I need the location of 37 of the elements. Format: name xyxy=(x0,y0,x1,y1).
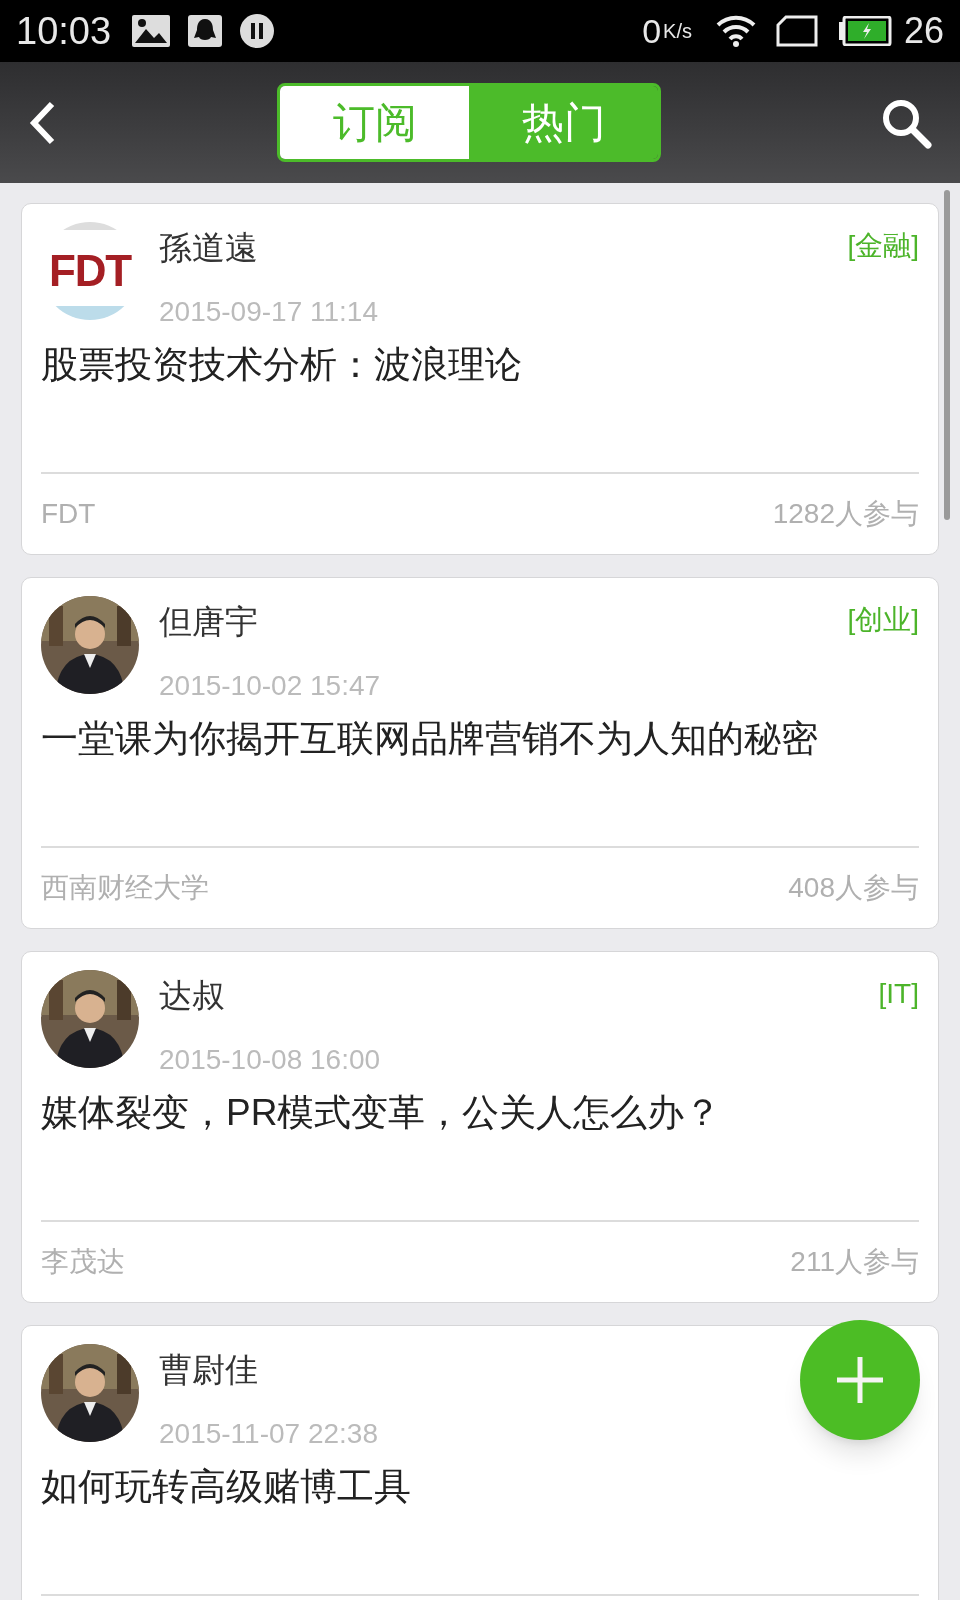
category-tag: [金融] xyxy=(847,222,919,270)
participant-count: 408人参与 xyxy=(788,871,919,905)
category-tag: [创业] xyxy=(847,596,919,644)
author-name: 但唐宇 xyxy=(159,602,258,642)
post-card[interactable]: 曹尉佳 2015-11-07 22:38 如何玩转高级赌博工具 xyxy=(21,1325,939,1600)
participant-count: 211人参与 xyxy=(790,1245,919,1279)
battery-percent: 26 xyxy=(903,13,944,49)
source-name: 李茂达 xyxy=(41,1245,125,1279)
post-date: 2015-09-17 11:14 xyxy=(159,295,378,329)
post-title: 一堂课为你揭开互联网品牌营销不为人知的秘密 xyxy=(41,717,819,761)
penguin-icon xyxy=(187,14,224,48)
post-date: 2015-10-08 16:00 xyxy=(159,1043,381,1077)
source-name: 西南财经大学 xyxy=(41,871,209,905)
category-tag: [IT] xyxy=(878,970,919,1018)
battery-icon xyxy=(837,16,892,46)
plus-icon xyxy=(837,1357,883,1403)
post-card[interactable]: 达叔 2015-10-08 16:00 [IT] 媒体裂变，PR模式变革，公关人怎么办？ 李茂达 211人参与 xyxy=(21,951,939,1303)
post-title: 股票投资技术分析：波浪理论 xyxy=(41,343,523,387)
sim-card-icon xyxy=(775,15,818,47)
participant-count: 1282人参与 xyxy=(772,497,919,531)
post-card[interactable]: FDT 孫道遠 2015-09-17 11:14 [金融] 股票投资技术分析：波浪理论 FDT 1282人参与 xyxy=(21,203,939,555)
image-icon xyxy=(131,14,172,48)
pause-icon xyxy=(239,13,276,49)
wifi-icon xyxy=(715,15,756,47)
source-name: FDT xyxy=(41,497,96,531)
logo-text: FDT xyxy=(48,249,132,293)
post-card[interactable]: 但唐宇 2015-10-02 15:47 [创业] 一堂课为你揭开互联网品牌营销不为人知的秘密 西南财经大学 408人参与 xyxy=(21,577,939,929)
post-date: 2015-11-07 22:38 xyxy=(159,1417,378,1451)
network-speed: 0 xyxy=(642,14,662,48)
author-name: 孫道遠 xyxy=(159,228,258,268)
post-title: 媒体裂变，PR模式变革，公关人怎么办？ xyxy=(41,1091,723,1135)
speed-unit: K/s xyxy=(663,21,692,41)
author-name: 曹尉佳 xyxy=(159,1350,258,1390)
author-name: 达叔 xyxy=(159,976,225,1016)
post-date: 2015-10-02 15:47 xyxy=(159,669,381,703)
post-title: 如何玩转高级赌博工具 xyxy=(41,1465,412,1509)
clock-time: 10:03 xyxy=(16,12,112,50)
